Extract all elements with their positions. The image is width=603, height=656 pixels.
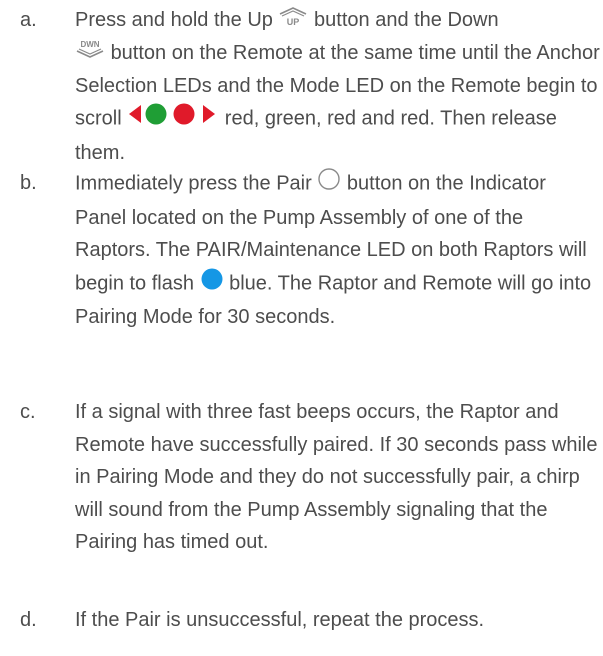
step-text-part: If a signal with three fast beeps occurs… [75,401,598,553]
blue-led-icon [200,267,224,302]
step-text-part: Immediately press the Pair [75,172,312,195]
step-text-part: button and the Down [314,9,499,31]
svg-text:UP: UP [287,17,300,26]
svg-text:DWN: DWN [80,40,99,49]
step-c: c. If a signal with three fast beeps occ… [14,396,598,559]
led-scroll-sequence-icon [127,102,219,137]
step-b: b. Immediately press the Pair button on … [14,167,594,334]
step-text: Immediately press the Pair button on the… [75,167,600,334]
step-marker: a. [20,9,37,31]
step-marker: c. [20,401,36,423]
down-button-icon: DWN [75,37,105,70]
step-text-part: Press and hold the Up [75,9,273,31]
step-text: Press and hold the Up UP button and the … [75,4,600,169]
step-a: a. Press and hold the Up UP button and t… [14,4,600,169]
step-text: If the Pair is unsuccessful, repeat the … [75,604,600,637]
step-marker: d. [20,609,37,631]
up-button-icon: UP [278,4,308,37]
step-marker: b. [20,172,37,194]
pair-button-icon [317,167,341,202]
step-text: If a signal with three fast beeps occurs… [75,396,600,559]
step-text-part: If the Pair is unsuccessful, repeat the … [75,609,485,631]
step-d: d. If the Pair is unsuccessful, repeat t… [14,604,594,637]
